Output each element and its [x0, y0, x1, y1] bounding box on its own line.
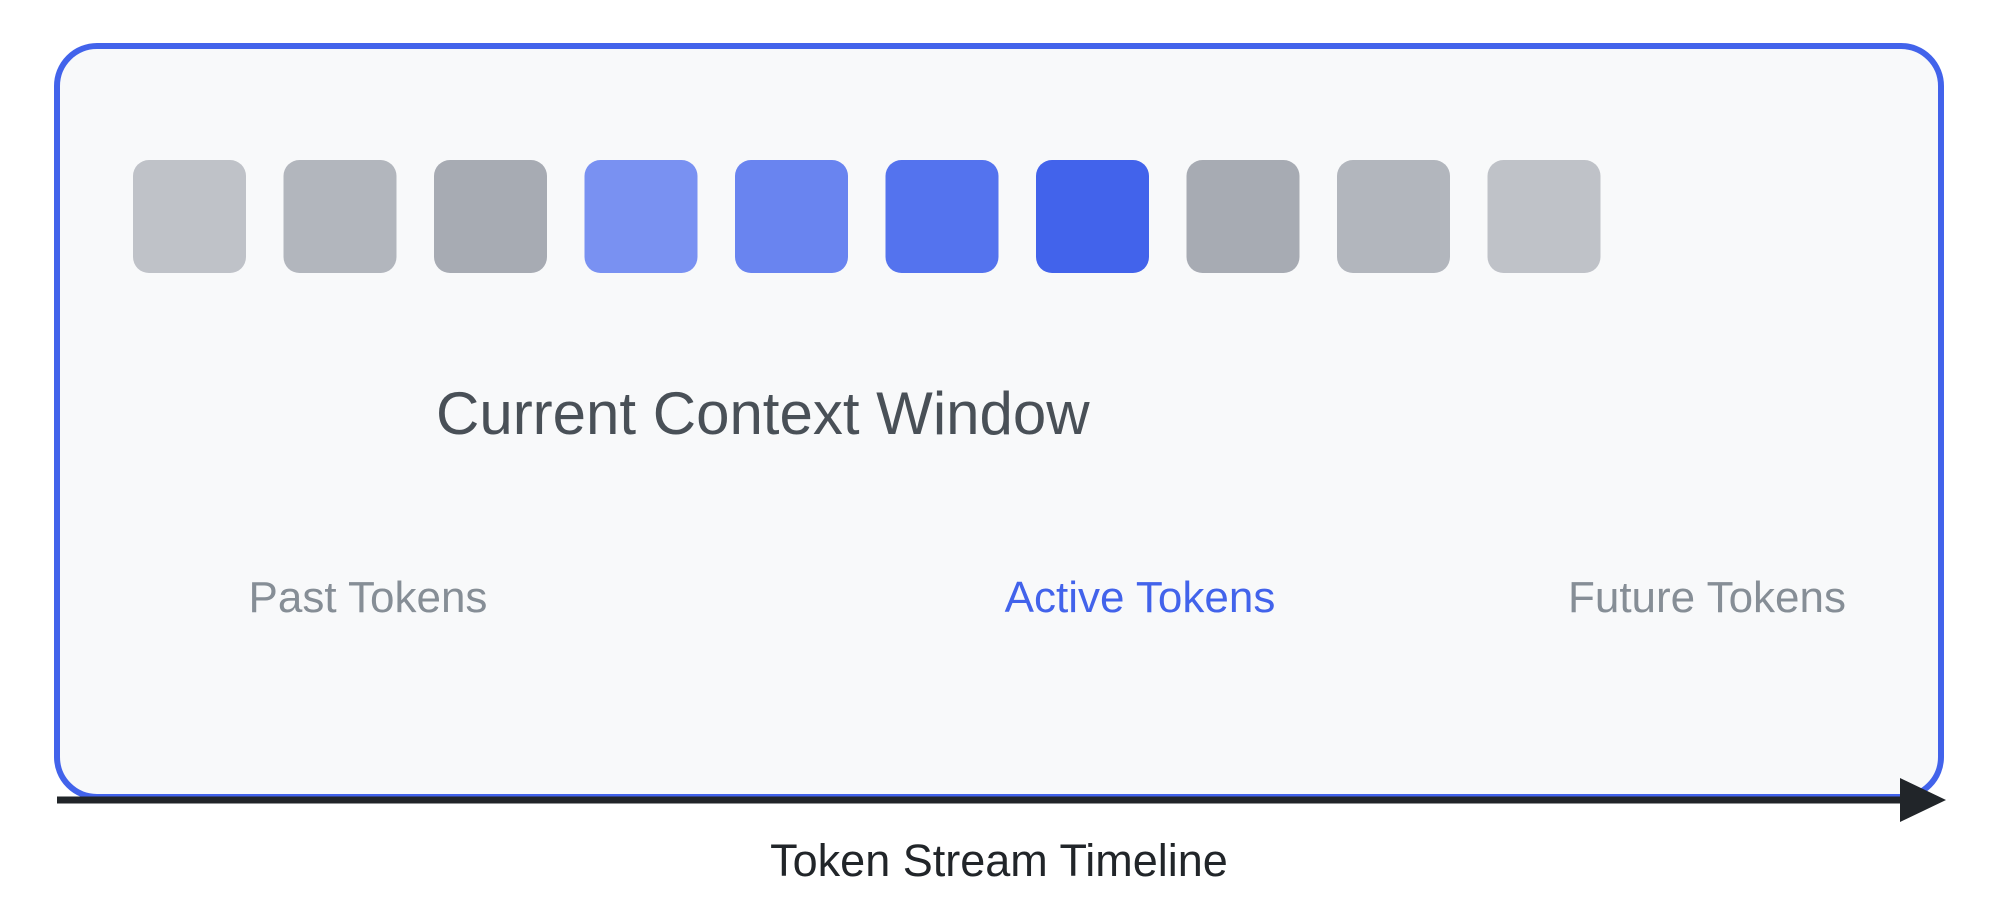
- token-active-4: [584, 160, 698, 273]
- future-tokens-label: Future Tokens: [1568, 573, 1846, 622]
- token-past-1: [133, 160, 246, 273]
- token-future-10: [1487, 160, 1601, 273]
- token-active-6: [885, 160, 999, 273]
- timeline-axis-label: Token Stream Timeline: [770, 835, 1228, 886]
- past-tokens-label: Past Tokens: [249, 573, 488, 622]
- context-window-title: Current Context Window: [436, 380, 1090, 447]
- token-active-5: [735, 160, 848, 273]
- token-future-9: [1337, 160, 1450, 273]
- token-active-7: [1036, 160, 1149, 273]
- token-past-3: [434, 160, 547, 273]
- token-future-8: [1186, 160, 1300, 273]
- active-tokens-label: Active Tokens: [1005, 573, 1276, 622]
- token-past-2: [283, 160, 397, 273]
- context-window-diagram: Current Context Window Past Tokens Activ…: [54, 43, 1946, 886]
